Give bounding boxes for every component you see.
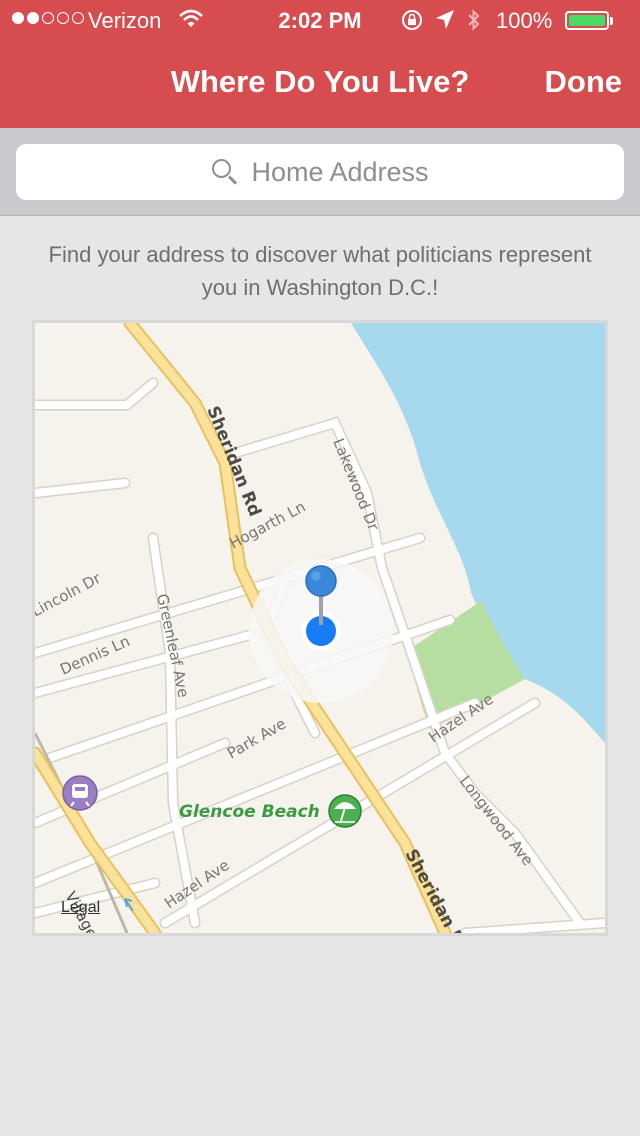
- location-services-icon: [434, 8, 456, 38]
- home-address-search-field[interactable]: Home Address: [16, 144, 624, 200]
- train-station-icon[interactable]: [62, 775, 98, 811]
- page-title: Where Do You Live?: [170, 64, 470, 99]
- battery-icon: [565, 11, 613, 30]
- done-button[interactable]: Done: [545, 64, 623, 100]
- instruction-text: Find your address to discover what polit…: [48, 242, 592, 300]
- beach-umbrella-icon[interactable]: [328, 794, 362, 828]
- search-bar: Home Address: [0, 128, 640, 216]
- map-canvas[interactable]: Sheridan Rd Sheridan R Lakewood Dr Hogar…: [35, 323, 605, 933]
- poi-glencoe-beach[interactable]: Glencoe Beach: [179, 802, 320, 822]
- battery-percentage: 100%: [496, 8, 553, 33]
- bluetooth-icon: [466, 8, 482, 38]
- map-view[interactable]: Sheridan Rd Sheridan R Lakewood Dr Hogar…: [32, 320, 608, 936]
- rotation-lock-icon: [400, 8, 424, 38]
- map-legal-link[interactable]: Legal: [61, 899, 100, 917]
- search-placeholder: Home Address: [251, 156, 429, 187]
- header: Verizon 2:02 PM 100% Where Do You Live? …: [0, 0, 640, 128]
- search-icon: [211, 158, 239, 186]
- status-bar: Verizon 2:02 PM 100%: [0, 0, 640, 40]
